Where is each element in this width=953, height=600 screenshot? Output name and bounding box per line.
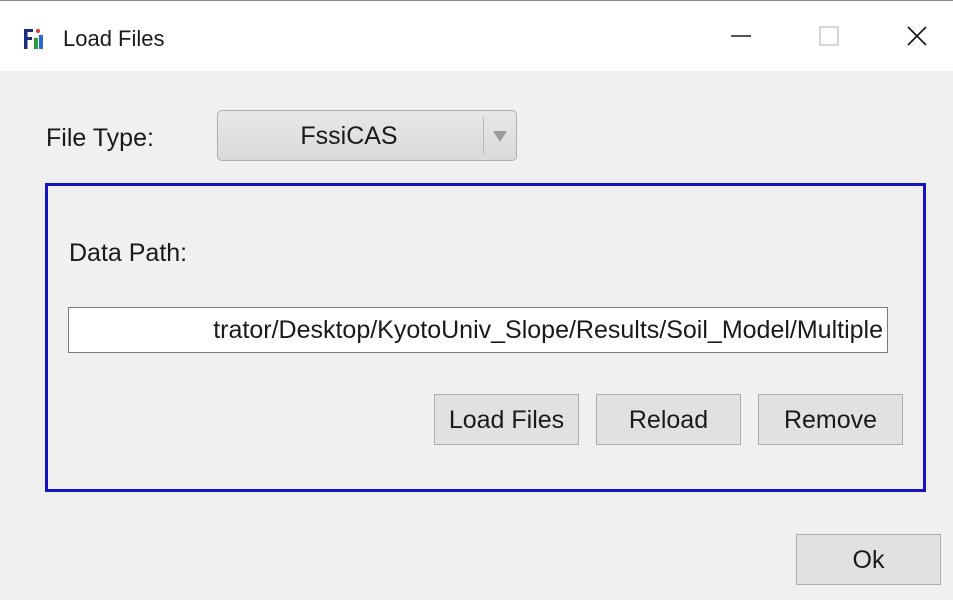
minimize-button[interactable] xyxy=(709,9,773,67)
file-type-label: File Type: xyxy=(46,124,154,152)
close-button[interactable] xyxy=(885,9,949,67)
combo-divider xyxy=(483,117,484,155)
chevron-down-icon[interactable] xyxy=(487,123,513,149)
title-bar: Load Files xyxy=(0,1,953,71)
app-icon xyxy=(22,27,44,51)
file-type-selected-value: FssiCAS xyxy=(300,122,398,150)
remove-button[interactable]: Remove xyxy=(758,394,903,445)
data-path-label: Data Path: xyxy=(69,239,188,267)
window-title: Load Files xyxy=(63,26,165,51)
data-path-group: Data Path: trator/Desktop/KyotoUniv_Slop… xyxy=(45,183,926,492)
load-files-dialog: Load Files File Type: FssiCAS Data Path:… xyxy=(0,0,953,600)
load-files-button[interactable]: Load Files xyxy=(434,394,579,445)
minimize-icon xyxy=(730,25,752,52)
file-type-select[interactable]: FssiCAS xyxy=(217,110,517,161)
ok-button[interactable]: Ok xyxy=(796,534,941,585)
data-path-value: trator/Desktop/KyotoUniv_Slope/Results/S… xyxy=(213,316,883,344)
data-path-input[interactable]: trator/Desktop/KyotoUniv_Slope/Results/S… xyxy=(68,307,888,353)
maximize-button[interactable] xyxy=(797,9,861,67)
close-icon xyxy=(906,25,928,52)
reload-button[interactable]: Reload xyxy=(596,394,741,445)
maximize-icon xyxy=(819,25,839,51)
